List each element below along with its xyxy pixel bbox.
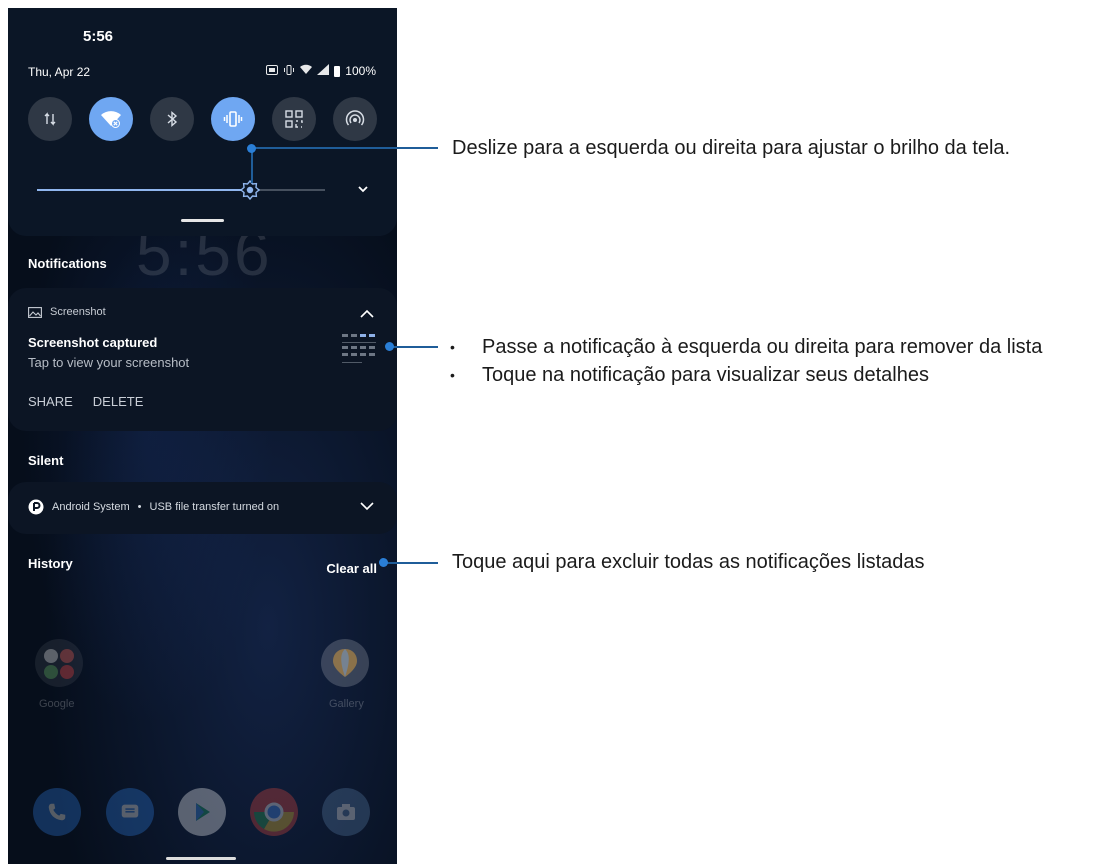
share-button[interactable]: SHARE (28, 394, 73, 409)
expand-chevron-icon[interactable] (354, 180, 372, 198)
callout-bullet-swipe: Passe a notificação à esquerda ou direit… (450, 333, 1042, 361)
screenshot-notification[interactable]: Screenshot Screenshot captured Tap to vi… (8, 288, 397, 431)
vibrate-icon (223, 111, 243, 127)
battery-icon (334, 65, 341, 77)
clear-all-callout-dot (379, 558, 388, 567)
mobile-data-tile[interactable] (28, 97, 72, 141)
gallery-icon (321, 639, 369, 687)
nfc-icon (266, 64, 279, 78)
brightness-thumb[interactable] (240, 180, 261, 200)
collapse-chevron-icon[interactable] (359, 306, 375, 322)
notification-callout-list: Passe a notificação à esquerda ou direit… (450, 333, 1042, 389)
screenshot-thumbnail[interactable] (340, 330, 378, 368)
vibrate-tile[interactable] (211, 97, 255, 141)
bluetooth-icon (167, 110, 178, 128)
status-icons: 100% (266, 64, 376, 78)
chrome-icon (250, 788, 298, 836)
clear-all-button[interactable]: Clear all (326, 561, 377, 576)
callout-bullet-tap: Toque na notificação para visualizar seu… (450, 361, 1042, 389)
expand-chevron-icon[interactable] (359, 498, 375, 514)
android-system-icon (28, 499, 44, 515)
silent-separator: • (137, 501, 142, 513)
brightness-fill (37, 189, 251, 191)
silent-text: USB file transfer turned on (149, 501, 280, 513)
hotspot-tile[interactable] (333, 97, 377, 141)
delete-button[interactable]: DELETE (93, 394, 144, 409)
status-time: 5:56 (83, 28, 114, 45)
notifications-heading: Notifications (28, 256, 107, 271)
vibrate-status-icon (283, 64, 295, 78)
signal-icon (317, 64, 330, 78)
notification-app-name: Screenshot (50, 306, 106, 318)
notification-app-row: Screenshot (28, 306, 106, 318)
brightness-callout-dot (247, 144, 256, 153)
history-link[interactable]: History (28, 556, 73, 571)
play-store-icon (178, 788, 226, 836)
brightness-callout: Deslize para a esquerda ou direita para … (452, 137, 1011, 159)
navigation-bar[interactable] (166, 857, 236, 860)
google-label: Google (39, 698, 75, 710)
silent-heading: Silent (28, 453, 64, 468)
brightness-slider[interactable] (37, 180, 325, 200)
camera-app-icon (322, 788, 370, 836)
hotspot-icon (345, 110, 365, 126)
notification-actions: SHARE DELETE (28, 394, 143, 409)
quick-tiles (28, 97, 377, 143)
bluetooth-tile[interactable] (150, 97, 194, 141)
wifi-tile[interactable] (89, 97, 133, 141)
clear-all-callout: Toque aqui para excluir todas as notific… (452, 551, 925, 573)
battery-percent: 100% (345, 64, 376, 78)
phone-screen: 5:56 Google Gallery 5:56 Thu, Apr 22 100… (8, 8, 397, 864)
panel-drag-handle[interactable] (181, 219, 224, 222)
image-icon (28, 306, 42, 318)
google-folder-icon (35, 639, 83, 687)
silent-notification-row: Android System • USB file transfer turne… (28, 499, 279, 515)
status-date: Thu, Apr 22 (28, 65, 91, 79)
messages-app-icon (106, 788, 154, 836)
notification-text: Tap to view your screenshot (28, 355, 190, 370)
wifi-status-icon (300, 64, 313, 78)
notification-title: Screenshot captured (28, 335, 158, 350)
android-system-notification[interactable]: Android System • USB file transfer turne… (8, 482, 397, 534)
qr-code-icon (285, 110, 303, 128)
gallery-label: Gallery (329, 698, 364, 710)
data-transfer-icon (44, 112, 56, 126)
phone-app-icon (33, 788, 81, 836)
silent-app-name: Android System (52, 501, 130, 513)
qr-scan-tile[interactable] (272, 97, 316, 141)
brightness-icon (240, 180, 261, 200)
notification-callout-dot (385, 342, 394, 351)
quick-settings-panel: 5:56 Thu, Apr 22 100% (8, 8, 397, 236)
wifi-icon (101, 111, 121, 128)
